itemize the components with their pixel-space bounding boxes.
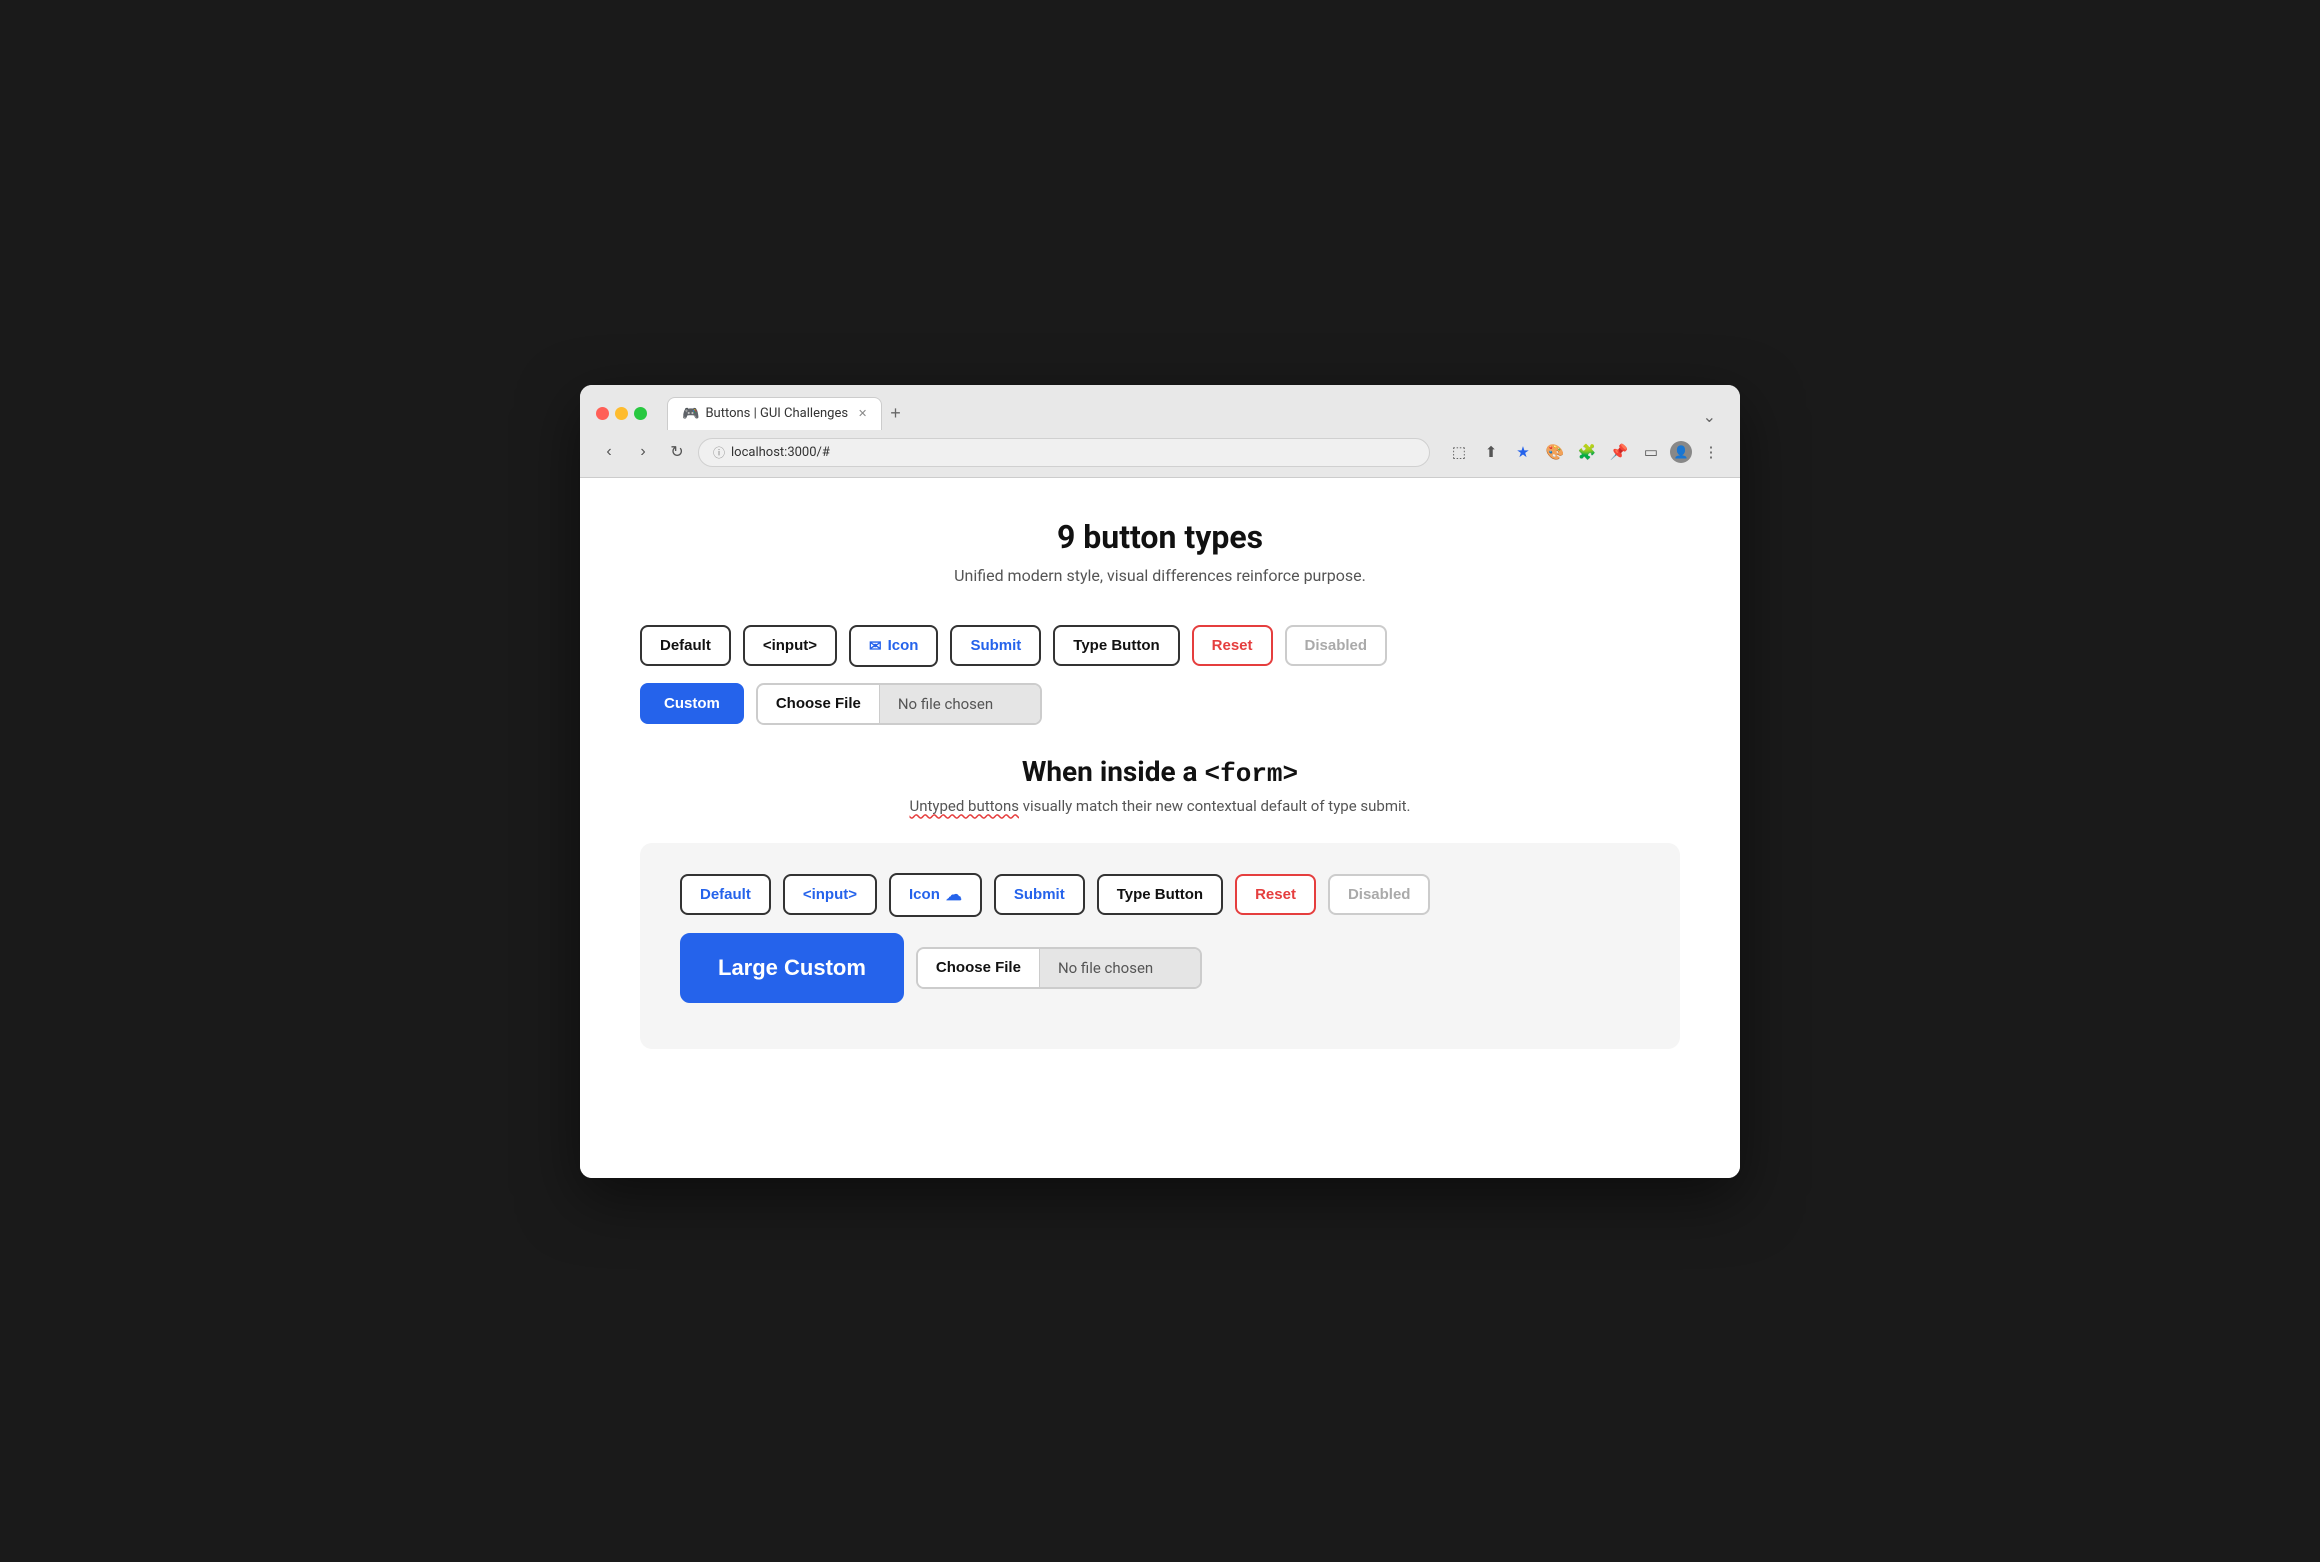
disabled-button: Disabled (1285, 625, 1388, 666)
page-subtitle: Unified modern style, visual differences… (640, 566, 1680, 585)
close-button[interactable] (596, 407, 609, 420)
security-icon: ⓘ (713, 444, 725, 461)
traffic-lights (596, 407, 647, 420)
submit-button[interactable]: Submit (950, 625, 1041, 666)
button-row-1: Default <input> ✉ Icon Submit Type Butto… (640, 625, 1680, 667)
page-content: 9 button types Unified modern style, vis… (580, 478, 1740, 1178)
puzzle-icon[interactable]: 🧩 (1574, 439, 1600, 465)
page-title: 9 button types (640, 518, 1680, 556)
form-input-button[interactable]: <input> (783, 874, 877, 915)
tab-close-button[interactable]: ✕ (858, 407, 867, 420)
active-tab[interactable]: 🎮 Buttons | GUI Challenges ✕ (667, 397, 882, 430)
type-button-button[interactable]: Type Button (1053, 625, 1179, 666)
icon-button[interactable]: ✉ Icon (849, 625, 938, 667)
form-box: Default <input> Icon ☁ Submit Type Butto… (640, 843, 1680, 1049)
reload-button[interactable]: ↻ (664, 439, 690, 465)
title-bar: 🎮 Buttons | GUI Challenges ✕ + ⌄ (580, 385, 1740, 430)
reset-button[interactable]: Reset (1192, 625, 1273, 666)
extension-color-icon[interactable]: 🎨 (1542, 439, 1568, 465)
form-reset-button[interactable]: Reset (1235, 874, 1316, 915)
back-button[interactable]: ‹ (596, 439, 622, 465)
maximize-button[interactable] (634, 407, 647, 420)
url-bar[interactable]: ⓘ localhost:3000/# (698, 438, 1430, 467)
share-icon[interactable]: ⬆ (1478, 439, 1504, 465)
new-tab-button[interactable]: + (882, 399, 909, 428)
browser-chrome: 🎮 Buttons | GUI Challenges ✕ + ⌄ ‹ › ↻ ⓘ… (580, 385, 1740, 478)
form-type-button[interactable]: Type Button (1097, 874, 1223, 915)
tab-bar: 🎮 Buttons | GUI Challenges ✕ + ⌄ (667, 397, 1724, 430)
section2-subtitle: Untyped buttons visually match their new… (640, 797, 1680, 815)
no-file-chosen-text: No file chosen (880, 685, 1040, 723)
form-submit-button[interactable]: Submit (994, 874, 1085, 915)
url-text: localhost:3000/# (731, 445, 830, 460)
file-input-wrapper: Choose File No file chosen (756, 683, 1042, 725)
sidebar-icon[interactable]: ▭ (1638, 439, 1664, 465)
custom-button[interactable]: Custom (640, 683, 744, 724)
tabs-expand-icon[interactable]: ⌄ (1695, 403, 1724, 430)
default-button[interactable]: Default (640, 625, 731, 666)
external-link-icon[interactable]: ⬚ (1446, 439, 1472, 465)
toolbar-icons: ⬚ ⬆ ★ 🎨 🧩 📌 ▭ 👤 ⋮ (1446, 439, 1724, 465)
forward-button[interactable]: › (630, 439, 656, 465)
input-button[interactable]: <input> (743, 625, 837, 666)
form-button-row-2: Large Custom Choose File No file chosen (680, 933, 1640, 1003)
form-button-row-1: Default <input> Icon ☁ Submit Type Butto… (680, 873, 1640, 917)
section-divider: When inside a <form> Untyped buttons vis… (640, 755, 1680, 815)
address-bar: ‹ › ↻ ⓘ localhost:3000/# ⬚ ⬆ ★ 🎨 🧩 📌 ▭ 👤… (580, 430, 1740, 477)
form-file-input-wrapper: Choose File No file chosen (916, 947, 1202, 989)
envelope-icon: ✉ (869, 637, 882, 655)
button-row-2: Custom Choose File No file chosen (640, 683, 1680, 725)
tab-favicon: 🎮 (682, 406, 699, 422)
profile-avatar[interactable]: 👤 (1670, 441, 1692, 463)
pin-icon[interactable]: 📌 (1606, 439, 1632, 465)
section2-title: When inside a <form> (640, 755, 1680, 789)
bookmark-icon[interactable]: ★ (1510, 439, 1536, 465)
large-custom-button[interactable]: Large Custom (680, 933, 904, 1003)
choose-file-button[interactable]: Choose File (758, 685, 880, 723)
browser-window: 🎮 Buttons | GUI Challenges ✕ + ⌄ ‹ › ↻ ⓘ… (580, 385, 1740, 1178)
tab-title: Buttons | GUI Challenges (705, 406, 848, 421)
cloud-icon: ☁ (946, 885, 962, 905)
minimize-button[interactable] (615, 407, 628, 420)
form-disabled-button: Disabled (1328, 874, 1431, 915)
form-choose-file-button[interactable]: Choose File (918, 949, 1040, 987)
form-default-button[interactable]: Default (680, 874, 771, 915)
form-no-file-chosen-text: No file chosen (1040, 949, 1200, 987)
form-icon-button[interactable]: Icon ☁ (889, 873, 982, 917)
menu-icon[interactable]: ⋮ (1698, 439, 1724, 465)
